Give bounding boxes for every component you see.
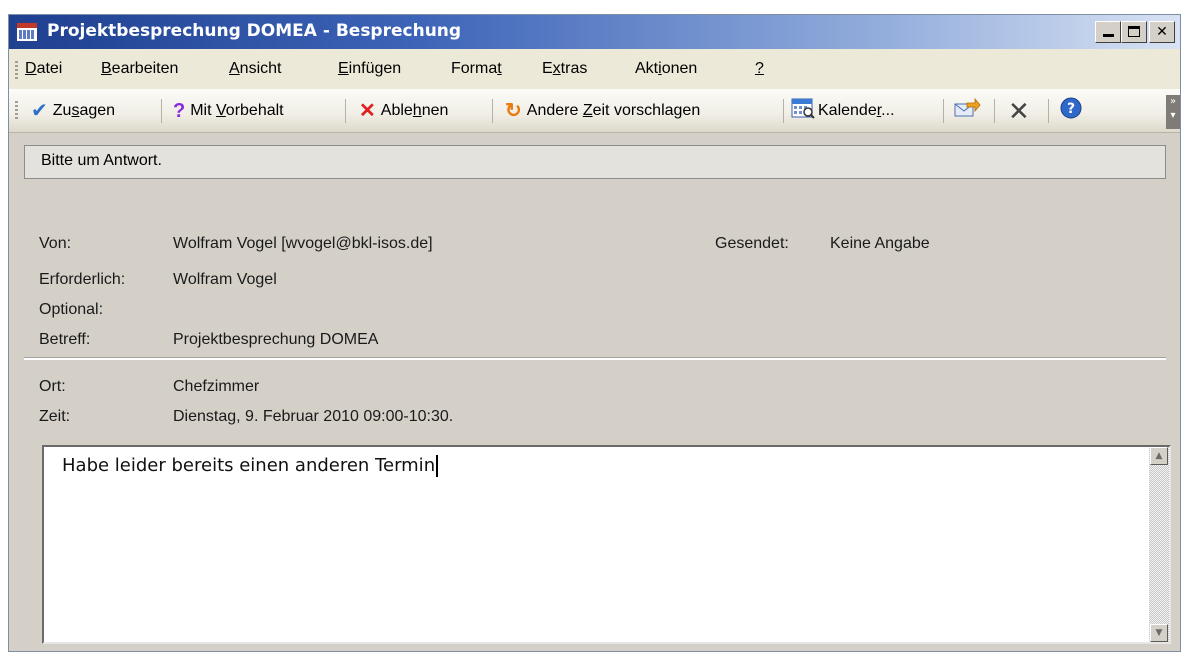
menu-grip[interactable] (15, 61, 18, 79)
window-title: Projektbesprechung DOMEA - Besprechung (47, 21, 462, 41)
calendar-button[interactable]: Kalender... (791, 89, 895, 132)
menu-bar: Datei Bearbeiten Ansicht Einfügen Format… (9, 49, 1180, 89)
subject-label: Betreff: (39, 331, 91, 348)
menu-bearbeiten[interactable]: Bearbeiten (101, 60, 178, 78)
scroll-down-button[interactable]: ▼ (1150, 624, 1168, 642)
menu-aktionen[interactable]: Aktionen (635, 60, 697, 78)
toolbar-separator (943, 99, 944, 123)
triangle-down-icon: ▼ (1155, 628, 1163, 638)
header-divider (24, 357, 1166, 360)
tentative-button[interactable]: ? Mit Vorbehalt (173, 89, 284, 132)
triangle-up-icon: ▲ (1155, 451, 1163, 461)
menu-format[interactable]: Format (451, 60, 502, 78)
from-label: Von: (39, 235, 72, 252)
toolbar-separator (783, 99, 784, 123)
propose-time-label: Andere Zeit vorschlagen (526, 101, 701, 119)
required-value[interactable]: Wolfram Vogel (173, 271, 277, 289)
menu-help[interactable]: ? (755, 60, 764, 78)
toolbar-overflow-button[interactable]: » ▾ (1166, 95, 1180, 129)
message-body[interactable]: Habe leider bereits einen anderen Termin… (42, 445, 1171, 644)
optional-label: Optional: (39, 301, 104, 318)
menu-einfuegen[interactable]: Einfügen (338, 60, 401, 78)
subject-value: Projektbesprechung DOMEA (173, 331, 379, 348)
toolbar-separator (161, 99, 162, 123)
tentative-label: Mit Vorbehalt (190, 101, 284, 119)
maximize-button[interactable] (1121, 21, 1147, 43)
menu-ansicht[interactable]: Ansicht (229, 60, 281, 78)
question-mark-icon: ? (173, 99, 186, 122)
toolbar-separator (345, 99, 346, 123)
menu-datei[interactable]: Datei (25, 60, 62, 78)
minimize-button[interactable] (1095, 21, 1121, 43)
accept-button[interactable]: ✔ Zusagen (31, 89, 115, 132)
required-label: Erforderlich: (39, 271, 126, 288)
close-button[interactable]: ✕ (1149, 21, 1175, 43)
help-button[interactable]: ? (1059, 89, 1083, 132)
close-icon: ✕ (1156, 24, 1168, 40)
calendar-label: Kalender... (818, 101, 895, 119)
scroll-up-button[interactable]: ▲ (1150, 447, 1168, 465)
location-label: Ort: (39, 378, 66, 395)
text-cursor (436, 455, 439, 477)
decline-button[interactable]: ✕ Ablehnen (359, 89, 448, 132)
minimize-icon (1103, 34, 1114, 37)
accept-label: Zusagen (52, 101, 116, 119)
time-value: Dienstag, 9. Februar 2010 09:00-10:30. (173, 408, 454, 425)
body-text-line: Habe leider bereits einen anderen Termin (62, 455, 439, 477)
decline-label: Ablehnen (380, 101, 449, 119)
meeting-window: Projektbesprechung DOMEA - Besprechung ✕… (8, 14, 1181, 652)
toolbar-separator (994, 99, 995, 123)
maximize-icon (1128, 26, 1140, 37)
toolbar-grip[interactable] (15, 101, 18, 121)
help-icon: ? (1059, 96, 1083, 125)
vertical-scrollbar[interactable]: ▲ ▼ (1149, 447, 1169, 642)
toolbar: ✔ Zusagen ? Mit Vorbehalt ✕ Ablehnen ↻ A… (9, 89, 1180, 133)
checkmark-icon: ✔ (31, 99, 48, 122)
forward-icon (953, 97, 981, 124)
sent-label: Gesendet: (715, 235, 789, 252)
calendar-icon (791, 97, 815, 124)
toolbar-separator (1048, 99, 1049, 123)
svg-text:?: ? (1067, 101, 1075, 117)
location-value: Chefzimmer (173, 378, 260, 395)
calendar-icon (16, 22, 38, 42)
chevron-down-icon: » ▾ (1169, 96, 1177, 121)
menu-extras[interactable]: Extras (542, 60, 587, 78)
info-bar: Bitte um Antwort. (24, 145, 1166, 179)
sent-value: Keine Angabe (830, 235, 930, 252)
title-bar[interactable]: Projektbesprechung DOMEA - Besprechung ✕ (9, 15, 1180, 49)
propose-time-button[interactable]: ↻ Andere Zeit vorschlagen (505, 89, 700, 132)
time-label: Zeit: (39, 408, 71, 425)
from-value[interactable]: Wolfram Vogel [wvogel@bkl-isos.de] (173, 235, 433, 253)
delete-icon: ✕ (1008, 95, 1030, 126)
delete-button[interactable]: ✕ (1008, 89, 1030, 132)
toolbar-separator (492, 99, 493, 123)
x-icon: ✕ (359, 99, 376, 122)
body-text: Habe leider bereits einen anderen Termin (62, 455, 436, 476)
propose-time-icon: ↻ (505, 99, 522, 122)
forward-button[interactable] (953, 89, 981, 132)
